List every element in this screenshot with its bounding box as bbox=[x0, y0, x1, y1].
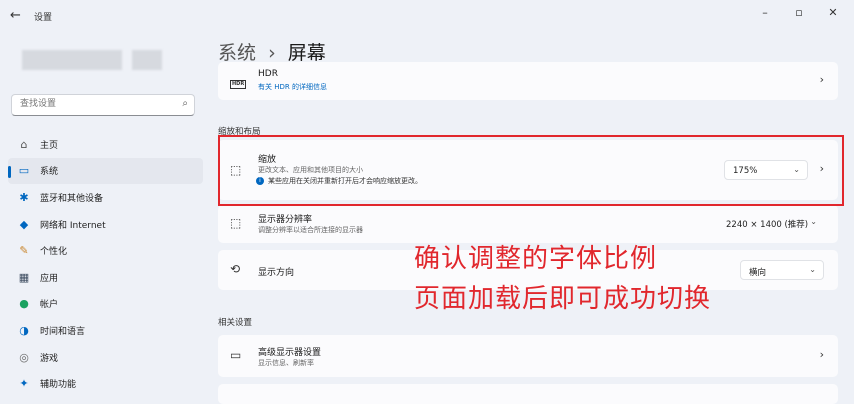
sidebar-item-accounts[interactable]: ● 帐户 bbox=[8, 291, 203, 318]
annotation-line-1: 确认调整的字体比例 bbox=[414, 244, 658, 274]
monitor-icon: ▭ bbox=[230, 348, 242, 362]
resolution-icon: ⬚ bbox=[230, 216, 242, 230]
sidebar-item-apps[interactable]: ▦ 应用 bbox=[8, 264, 203, 291]
search-box[interactable]: ⌕ bbox=[11, 94, 195, 116]
page-title: 屏幕 bbox=[287, 42, 326, 64]
back-button[interactable]: ← bbox=[10, 8, 21, 23]
breadcrumb: 系统 › 屏幕 bbox=[218, 38, 326, 65]
sidebar-item-label: 系统 bbox=[40, 167, 59, 178]
search-input[interactable] bbox=[18, 98, 172, 110]
active-indicator bbox=[8, 165, 11, 178]
hdr-card[interactable]: HDR HDR 有关 HDR 的详细信息 › bbox=[218, 62, 838, 100]
app-title: 设置 bbox=[34, 13, 53, 23]
sidebar-item-bluetooth[interactable]: ✱ 蓝牙和其他设备 bbox=[8, 184, 203, 211]
resolution-dropdown[interactable]: 2240 × 1400 (推荐) ⌄ bbox=[718, 213, 824, 233]
section-heading-related: 相关设置 bbox=[218, 318, 253, 328]
sidebar-item-label: 个性化 bbox=[40, 247, 68, 258]
breadcrumb-parent[interactable]: 系统 bbox=[218, 42, 256, 64]
sidebar-item-label: 时间和语言 bbox=[40, 326, 86, 337]
profile-avatar-blur bbox=[132, 50, 162, 70]
orientation-title: 显示方向 bbox=[258, 268, 295, 278]
hdr-title: HDR bbox=[258, 69, 278, 79]
orientation-dropdown[interactable]: 横向 ⌄ bbox=[740, 260, 824, 280]
sidebar-item-label: 应用 bbox=[40, 273, 59, 284]
brush-icon: ✎ bbox=[19, 244, 29, 258]
advanced-display-card[interactable]: ▭ 高级显示器设置 显示信息、刷新率 › bbox=[218, 335, 838, 377]
close-button[interactable]: ✕ bbox=[823, 6, 843, 19]
home-icon: ⌂ bbox=[20, 137, 28, 151]
sidebar-item-label: 游戏 bbox=[40, 353, 59, 364]
accessibility-icon: ✦ bbox=[19, 377, 29, 391]
sidebar-item-label: 蓝牙和其他设备 bbox=[40, 193, 104, 204]
wifi-icon: ◆ bbox=[19, 217, 29, 231]
apps-icon: ▦ bbox=[18, 270, 30, 284]
highlight-box bbox=[218, 135, 844, 206]
resolution-title: 显示器分辨率 bbox=[258, 215, 313, 225]
breadcrumb-separator: › bbox=[268, 42, 276, 64]
chevron-down-icon: ⌄ bbox=[809, 265, 816, 274]
next-card[interactable] bbox=[218, 384, 838, 404]
sidebar-item-gaming[interactable]: ◎ 游戏 bbox=[8, 344, 203, 371]
sidebar-item-personalization[interactable]: ✎ 个性化 bbox=[8, 237, 203, 264]
person-icon: ● bbox=[19, 297, 29, 311]
sidebar-nav: ⌂ 主页 ▭ 系统 ✱ 蓝牙和其他设备 ◆ 网络和 Internet ✎ 个性化… bbox=[8, 131, 203, 397]
sidebar-item-home[interactable]: ⌂ 主页 bbox=[8, 131, 203, 158]
resolution-subtitle: 调整分辨率以适合所连接的显示器 bbox=[258, 226, 363, 234]
hdr-info-link[interactable]: 有关 HDR 的详细信息 bbox=[258, 82, 327, 92]
chevron-down-icon: ⌄ bbox=[810, 217, 817, 226]
sidebar-item-accessibility[interactable]: ✦ 辅助功能 bbox=[8, 370, 203, 397]
monitor-icon: ▭ bbox=[18, 164, 30, 178]
hdr-icon: HDR bbox=[230, 80, 247, 89]
rotate-icon: ⟲ bbox=[230, 262, 241, 276]
sidebar-item-label: 帐户 bbox=[40, 300, 59, 311]
gamepad-icon: ◎ bbox=[19, 350, 29, 364]
annotation-line-2: 页面加载后即可成功切换 bbox=[414, 284, 712, 314]
search-icon[interactable]: ⌕ bbox=[182, 98, 188, 109]
advanced-display-subtitle: 显示信息、刷新率 bbox=[258, 359, 314, 367]
bluetooth-icon: ✱ bbox=[19, 190, 29, 204]
maximize-button[interactable]: ▫ bbox=[789, 6, 809, 19]
advanced-display-title: 高级显示器设置 bbox=[258, 348, 322, 358]
globe-clock-icon: ◑ bbox=[19, 323, 29, 337]
resolution-value: 2240 × 1400 (推荐) bbox=[726, 220, 809, 230]
sidebar-item-label: 辅助功能 bbox=[40, 380, 77, 391]
sidebar-item-system[interactable]: ▭ 系统 bbox=[8, 157, 203, 185]
sidebar-item-time-language[interactable]: ◑ 时间和语言 bbox=[8, 317, 203, 344]
minimize-button[interactable]: – bbox=[755, 6, 775, 19]
sidebar-item-label: 主页 bbox=[40, 140, 59, 151]
title-bar: ← 设置 – ▫ ✕ bbox=[0, 0, 854, 32]
sidebar-item-label: 网络和 Internet bbox=[40, 220, 106, 231]
chevron-right-icon: › bbox=[819, 348, 824, 361]
profile-name-blur bbox=[22, 50, 122, 70]
orientation-value: 横向 bbox=[749, 268, 767, 278]
chevron-right-icon: › bbox=[819, 73, 824, 86]
sidebar-item-network[interactable]: ◆ 网络和 Internet bbox=[8, 211, 203, 238]
